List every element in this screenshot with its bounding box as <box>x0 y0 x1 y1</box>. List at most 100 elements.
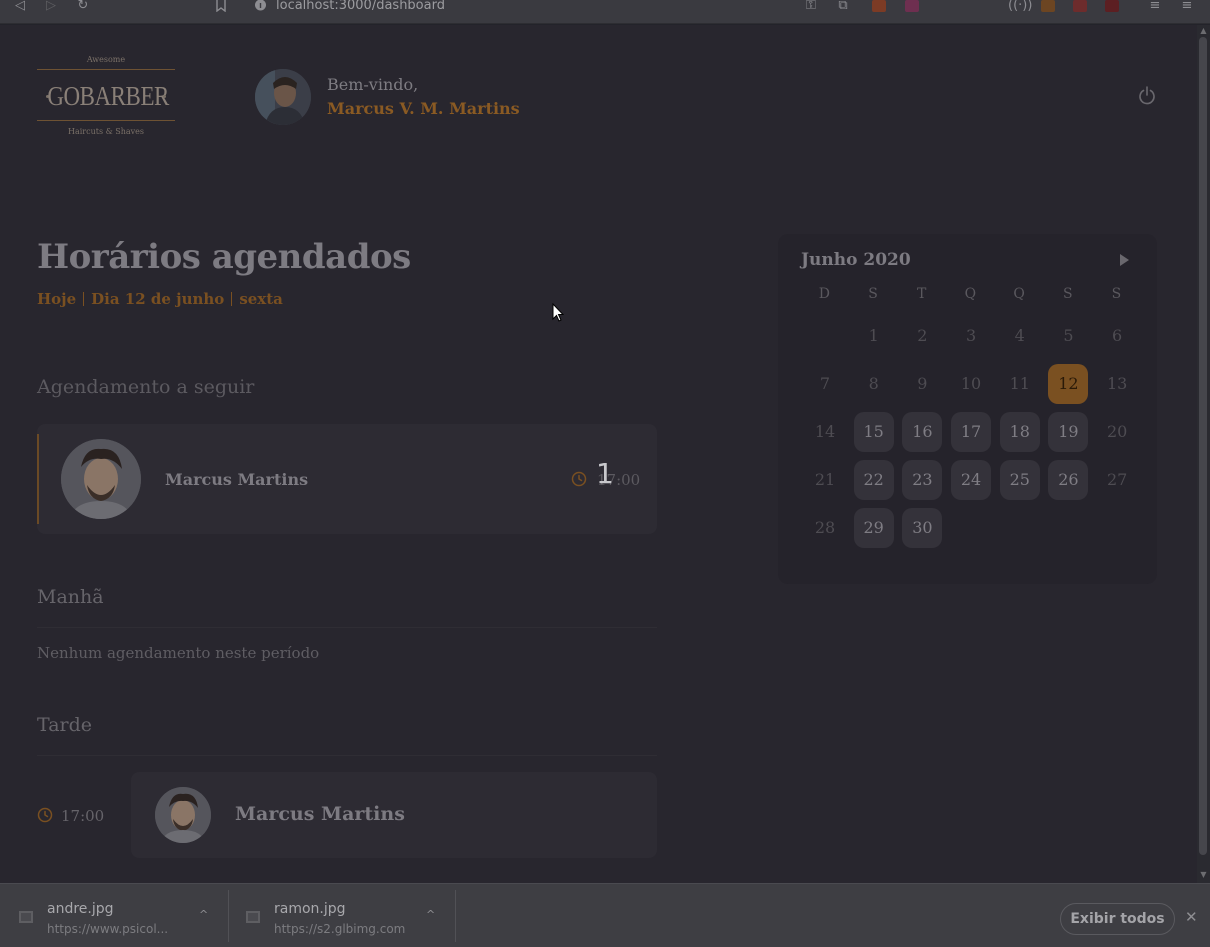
close-icon[interactable]: ✕ <box>1185 908 1198 926</box>
calendar-day[interactable]: 26 <box>1048 460 1089 500</box>
logo-top-rule <box>37 69 175 70</box>
download-item[interactable]: andre.jpg https://www.psicol... ^ <box>0 884 228 947</box>
clock-icon <box>571 471 587 487</box>
calendar-cell: 15 <box>849 408 898 456</box>
calendar-day[interactable]: 23 <box>902 460 943 500</box>
logo-dot <box>163 95 166 98</box>
image-file-icon <box>19 911 33 923</box>
calendar-day[interactable]: 30 <box>902 508 943 548</box>
bookmark-icon[interactable] <box>215 0 227 12</box>
calendar-cell: 17 <box>946 408 995 456</box>
calendar-day: 5 <box>1063 326 1074 345</box>
calendar-day: 14 <box>814 422 836 441</box>
extension-icon[interactable] <box>1041 0 1055 12</box>
url-text[interactable]: localhost:3000/dashboard <box>276 0 445 13</box>
calendar-cell <box>800 312 849 360</box>
calendar-cell: 20 <box>1092 408 1141 456</box>
browser-toolbar: ◁ ▷ ↻ localhost:3000/dashboard ⚿ ⧉ ((·))… <box>0 0 1210 24</box>
extension-radio-icon[interactable]: ((·)) <box>1008 0 1032 14</box>
calendar-day: 11 <box>1009 374 1030 393</box>
calendar-day: 7 <box>819 374 831 393</box>
calendar-day: 10 <box>960 374 982 393</box>
next-client-name: Marcus Martins <box>165 470 309 489</box>
menu-icon[interactable]: ≡ <box>1180 0 1194 14</box>
extension-red-icon[interactable] <box>1073 0 1087 12</box>
morning-divider <box>37 627 657 628</box>
download-item[interactable]: ramon.jpg https://s2.glbimg.com ^ <box>229 884 455 947</box>
afternoon-divider <box>37 755 657 756</box>
forward-icon[interactable]: ▷ <box>45 0 57 14</box>
power-icon[interactable] <box>1137 85 1157 105</box>
chevron-up-icon[interactable]: ^ <box>199 908 208 921</box>
calendar-weekdays: DSTQQSS <box>800 286 1141 308</box>
brave-shield-icon[interactable] <box>872 0 886 12</box>
scrollbar-thumb[interactable] <box>1199 37 1207 855</box>
calendar-cell <box>1043 504 1092 552</box>
key-icon[interactable]: ⚿ <box>804 0 818 14</box>
weekday-label: Q <box>1013 286 1025 302</box>
calendar-day[interactable]: 22 <box>853 460 894 500</box>
translate-icon[interactable]: ⧉ <box>836 0 850 14</box>
calendar-day[interactable]: 16 <box>902 412 943 452</box>
next-appointment-heading: Agendamento a seguir <box>37 376 255 398</box>
user-name-link[interactable]: Marcus V. M. Martins <box>327 99 520 118</box>
calendar-cell: 26 <box>1043 456 1092 504</box>
reload-icon[interactable]: ↻ <box>76 0 90 14</box>
back-icon[interactable]: ◁ <box>14 0 26 14</box>
calendar-cell: 13 <box>1092 360 1141 408</box>
site-info-icon[interactable] <box>254 0 267 12</box>
calendar-cell: 21 <box>800 456 849 504</box>
client-avatar <box>155 787 211 843</box>
calendar-cell: 22 <box>849 456 898 504</box>
date-subtitle: Hoje Dia 12 de junho sexta <box>37 290 283 308</box>
weekday-label: S <box>868 286 878 302</box>
calendar-cell: 14 <box>800 408 849 456</box>
appointment-time: 17:00 <box>61 807 105 825</box>
calendar-day: 28 <box>814 518 836 537</box>
appointment-client-name: Marcus Martins <box>235 803 405 825</box>
calendar-day[interactable]: 15 <box>853 412 894 452</box>
clock-icon <box>37 807 53 823</box>
calendar-day-selected[interactable]: 12 <box>1048 364 1089 404</box>
calendar-week: 7 8 9 10 11 12 13 <box>800 360 1141 408</box>
calendar-cell: 1 <box>849 312 898 360</box>
scroll-up-icon[interactable]: ▲ <box>1199 27 1208 35</box>
morning-empty-message: Nenhum agendamento neste período <box>37 644 320 662</box>
weekday-label: T <box>917 286 927 302</box>
afternoon-heading: Tarde <box>37 714 93 736</box>
calendar-day[interactable]: 25 <box>999 460 1040 500</box>
playlist-icon[interactable]: ≡ <box>1148 0 1162 14</box>
next-month-icon[interactable] <box>1117 253 1131 267</box>
rewards-icon[interactable] <box>905 0 919 12</box>
calendar-cell: 8 <box>849 360 898 408</box>
download-url: https://www.psicol... <box>47 922 169 936</box>
page-title: Horários agendados <box>37 237 411 277</box>
calendar-cell <box>1092 504 1141 552</box>
calendar-cell: 7 <box>800 360 849 408</box>
appointment-card[interactable]: Marcus Martins <box>131 772 657 858</box>
extension-play-icon[interactable] <box>1105 0 1119 12</box>
user-avatar[interactable] <box>255 69 311 125</box>
calendar-day[interactable]: 18 <box>999 412 1040 452</box>
chevron-up-icon[interactable]: ^ <box>426 908 435 921</box>
logo-bottom-rule <box>37 120 175 121</box>
calendar-day[interactable]: 29 <box>853 508 894 548</box>
calendar-cell: 6 <box>1092 312 1141 360</box>
calendar-day[interactable]: 17 <box>951 412 992 452</box>
show-all-downloads-button[interactable]: Exibir todos <box>1060 903 1175 935</box>
calendar-month: Junho 2020 <box>801 250 911 270</box>
calendar-day: 6 <box>1112 326 1123 345</box>
calendar-day: 8 <box>868 374 879 393</box>
calendar-cell: 24 <box>946 456 995 504</box>
next-appointment-card[interactable]: Marcus Martins 17:00 <box>37 424 657 534</box>
calendar-day[interactable]: 19 <box>1048 412 1089 452</box>
calendar-day: 4 <box>1014 326 1025 345</box>
page-scrollbar[interactable]: ▲ ▼ <box>1197 25 1210 883</box>
calendar-day: 27 <box>1106 470 1128 489</box>
calendar-day[interactable]: 24 <box>951 460 992 500</box>
welcome-text: Bem-vindo, <box>327 75 419 94</box>
calendar-days: 1 2 3 4 5 6 7 8 9 10 11 12 13 14 15 16 17 18 19 20 21 22 23 24 2… <box>800 312 1141 552</box>
today-label: Hoje <box>37 290 77 308</box>
scroll-down-icon[interactable]: ▼ <box>1199 871 1208 879</box>
calendar-cell: 3 <box>946 312 995 360</box>
